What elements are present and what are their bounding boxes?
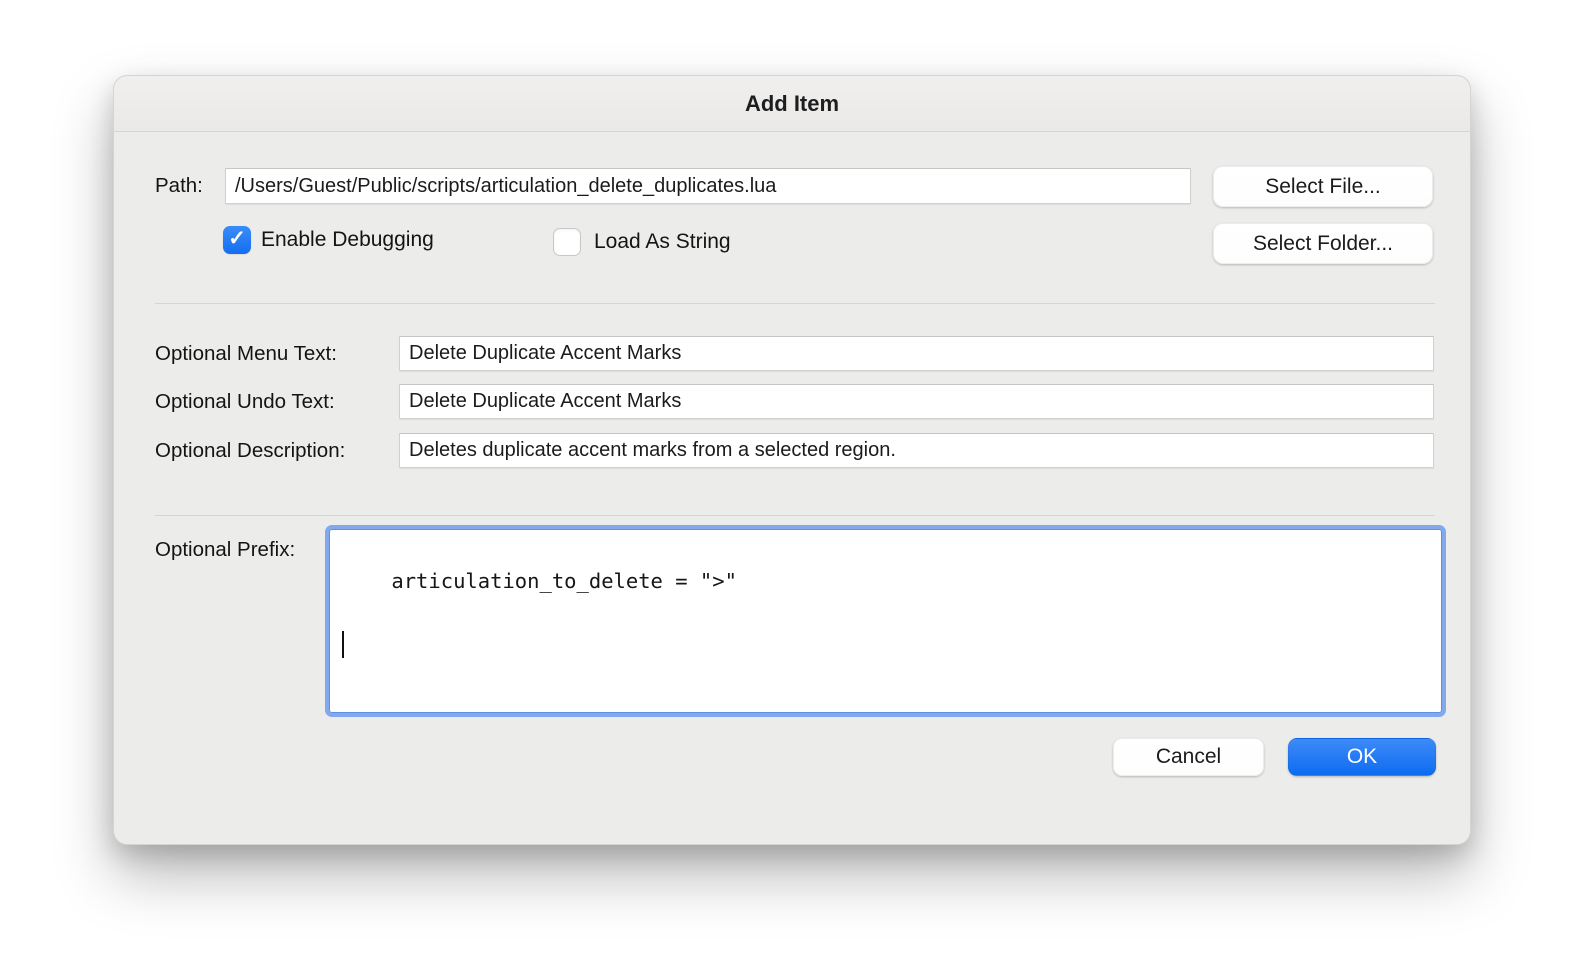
section-divider: [155, 303, 1435, 304]
optional-description-label: Optional Description:: [155, 439, 346, 462]
optional-description-input[interactable]: [399, 433, 1434, 468]
text-caret: [342, 631, 344, 658]
optional-prefix-textarea[interactable]: articulation_to_delete = ">": [325, 525, 1446, 717]
load-as-string-label: Load As String: [594, 230, 731, 253]
select-folder-button[interactable]: Select Folder...: [1213, 223, 1433, 264]
dialog-title: Add Item: [744, 91, 840, 116]
optional-menu-text-input[interactable]: [399, 336, 1434, 371]
path-label: Path:: [155, 174, 203, 197]
add-item-dialog: Add Item Path: Select File... ✓ Enable D…: [113, 75, 1471, 845]
enable-debugging-label: Enable Debugging: [261, 228, 434, 251]
ok-button[interactable]: OK: [1288, 738, 1436, 776]
optional-undo-text-input[interactable]: [399, 384, 1434, 419]
enable-debugging-checkbox[interactable]: ✓: [223, 226, 251, 254]
optional-menu-text-label: Optional Menu Text:: [155, 342, 337, 365]
optional-undo-text-label: Optional Undo Text:: [155, 390, 335, 413]
dialog-title-bar[interactable]: Add Item: [114, 76, 1470, 132]
select-file-button[interactable]: Select File...: [1213, 166, 1433, 207]
optional-prefix-label: Optional Prefix:: [155, 538, 296, 561]
cancel-button[interactable]: Cancel: [1113, 738, 1264, 776]
path-input[interactable]: [225, 168, 1191, 204]
prefix-code-line: articulation_to_delete = ">": [391, 569, 737, 593]
load-as-string-checkbox[interactable]: ✓: [553, 228, 581, 256]
section-divider: [155, 515, 1435, 516]
checkmark-icon: ✓: [228, 227, 246, 250]
